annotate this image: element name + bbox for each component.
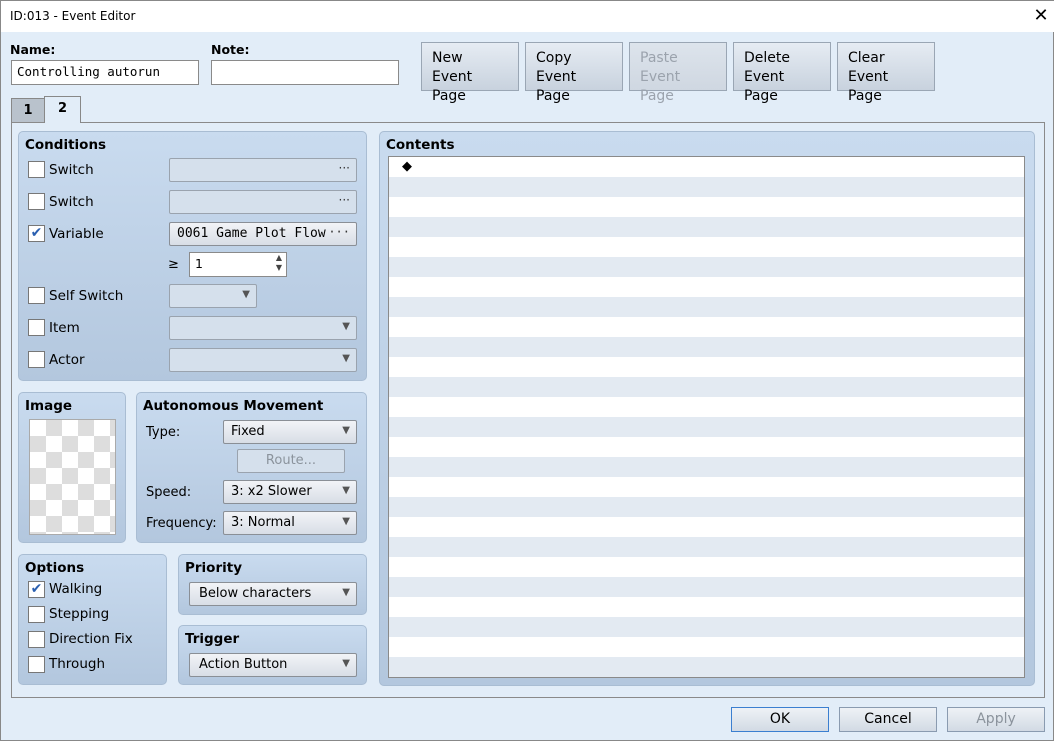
options-title: Options: [25, 560, 85, 576]
button-label: Event Page: [432, 69, 473, 104]
tab-page-2[interactable]: 2: [44, 96, 81, 123]
item-checkbox[interactable]: [28, 319, 45, 336]
type-label: Type:: [146, 425, 181, 440]
paste-event-page-button[interactable]: Paste Event Page: [629, 42, 727, 104]
tab-page-1[interactable]: 1: [11, 98, 45, 122]
speed-label: Speed:: [146, 485, 192, 500]
variable-value-spinner[interactable]: 1 ▲ ▼: [189, 252, 287, 277]
variable-value: 0061 Game Plot Flow: [177, 226, 326, 241]
note-input[interactable]: [211, 60, 399, 85]
frequency-label: Frequency:: [146, 516, 217, 531]
copy-event-page-button[interactable]: Copy Event Page: [525, 42, 623, 104]
command-list-item[interactable]: ◆: [402, 159, 412, 174]
note-label: Note:: [211, 42, 250, 57]
trigger-value: Action Button: [199, 657, 288, 672]
switch2-checkbox[interactable]: [28, 193, 45, 210]
window-title: ID:013 - Event Editor: [10, 9, 136, 23]
walking-checkbox[interactable]: ✔: [28, 581, 45, 598]
trigger-title: Trigger: [185, 631, 240, 647]
item-label: Item: [49, 320, 80, 336]
close-icon[interactable]: ✕: [1031, 5, 1051, 26]
button-label: Clear: [848, 50, 885, 66]
trigger-dropdown[interactable]: Action Button ▼: [189, 653, 357, 677]
variable-selector[interactable]: 0061 Game Plot Flow ···: [169, 222, 357, 246]
ellipsis-icon: ···: [328, 225, 350, 239]
direction-fix-label: Direction Fix: [49, 631, 133, 647]
chevron-down-icon: ▼: [342, 425, 350, 436]
new-event-page-button[interactable]: New Event Page: [421, 42, 519, 104]
ellipsis-icon: ···: [338, 193, 350, 207]
priority-dropdown[interactable]: Below characters ▼: [189, 582, 357, 606]
switch2-selector[interactable]: ···: [169, 190, 357, 214]
actor-dropdown[interactable]: ▼: [169, 348, 357, 372]
movement-title: Autonomous Movement: [143, 398, 324, 414]
speed-dropdown[interactable]: 3: x2 Slower ▼: [223, 480, 357, 504]
button-label: Copy: [536, 50, 572, 66]
button-label: Event Page: [744, 69, 785, 104]
switch1-checkbox[interactable]: [28, 161, 45, 178]
image-title: Image: [25, 398, 73, 414]
chevron-down-icon: ▼: [342, 658, 350, 669]
name-input[interactable]: Controlling autorun: [11, 60, 199, 85]
stepping-checkbox[interactable]: [28, 606, 45, 623]
chevron-down-icon: ▼: [342, 321, 350, 332]
self-switch-checkbox[interactable]: [28, 287, 45, 304]
through-checkbox[interactable]: [28, 656, 45, 673]
delete-event-page-button[interactable]: Delete Event Page: [733, 42, 831, 104]
button-label: New: [432, 50, 463, 66]
through-label: Through: [49, 656, 105, 672]
character-image-preview[interactable]: [29, 419, 116, 535]
event-command-list[interactable]: ◆: [388, 156, 1025, 678]
variable-label: Variable: [49, 226, 104, 242]
cancel-button[interactable]: Cancel: [839, 707, 937, 732]
walking-label: Walking: [49, 581, 103, 597]
button-label: Delete: [744, 50, 790, 66]
name-label: Name:: [10, 42, 56, 57]
chevron-down-icon: ▼: [342, 353, 350, 364]
ellipsis-icon: ···: [338, 161, 350, 175]
apply-button[interactable]: Apply: [947, 707, 1045, 732]
speed-value: 3: x2 Slower: [231, 484, 312, 499]
actor-checkbox[interactable]: [28, 351, 45, 368]
button-label: Event Page: [536, 69, 577, 104]
direction-fix-checkbox[interactable]: [28, 631, 45, 648]
stepping-label: Stepping: [49, 606, 110, 622]
priority-value: Below characters: [199, 586, 312, 601]
item-dropdown[interactable]: ▼: [169, 316, 357, 340]
conditions-title: Conditions: [25, 137, 107, 153]
button-label: Paste: [640, 50, 678, 66]
chevron-down-icon: ▼: [342, 587, 350, 598]
movement-type-dropdown[interactable]: Fixed ▼: [223, 420, 357, 444]
switch1-selector[interactable]: ···: [169, 158, 357, 182]
chevron-down-icon: ▼: [342, 516, 350, 527]
title-bar: [1, 1, 1054, 32]
clear-event-page-button[interactable]: Clear Event Page: [837, 42, 935, 104]
ok-button[interactable]: OK: [731, 707, 829, 732]
chevron-down-icon: ▼: [242, 289, 250, 300]
frequency-value: 3: Normal: [231, 515, 295, 530]
route-button[interactable]: Route...: [237, 449, 345, 473]
switch2-label: Switch: [49, 194, 94, 210]
self-switch-dropdown[interactable]: ▼: [169, 284, 257, 308]
switch1-label: Switch: [49, 162, 94, 178]
comparison-operator: ≥: [168, 257, 179, 272]
button-label: Event Page: [848, 69, 889, 104]
frequency-dropdown[interactable]: 3: Normal ▼: [223, 511, 357, 535]
priority-title: Priority: [185, 560, 242, 576]
chevron-down-icon: ▼: [342, 485, 350, 496]
variable-checkbox[interactable]: ✔: [28, 225, 45, 242]
spinner-value: 1: [195, 256, 203, 271]
actor-label: Actor: [49, 352, 85, 368]
contents-title: Contents: [386, 137, 455, 153]
button-label: Event Page: [640, 69, 681, 104]
type-value: Fixed: [231, 424, 265, 439]
self-switch-label: Self Switch: [49, 288, 124, 304]
spinner-arrows-icon[interactable]: ▲ ▼: [276, 253, 282, 273]
